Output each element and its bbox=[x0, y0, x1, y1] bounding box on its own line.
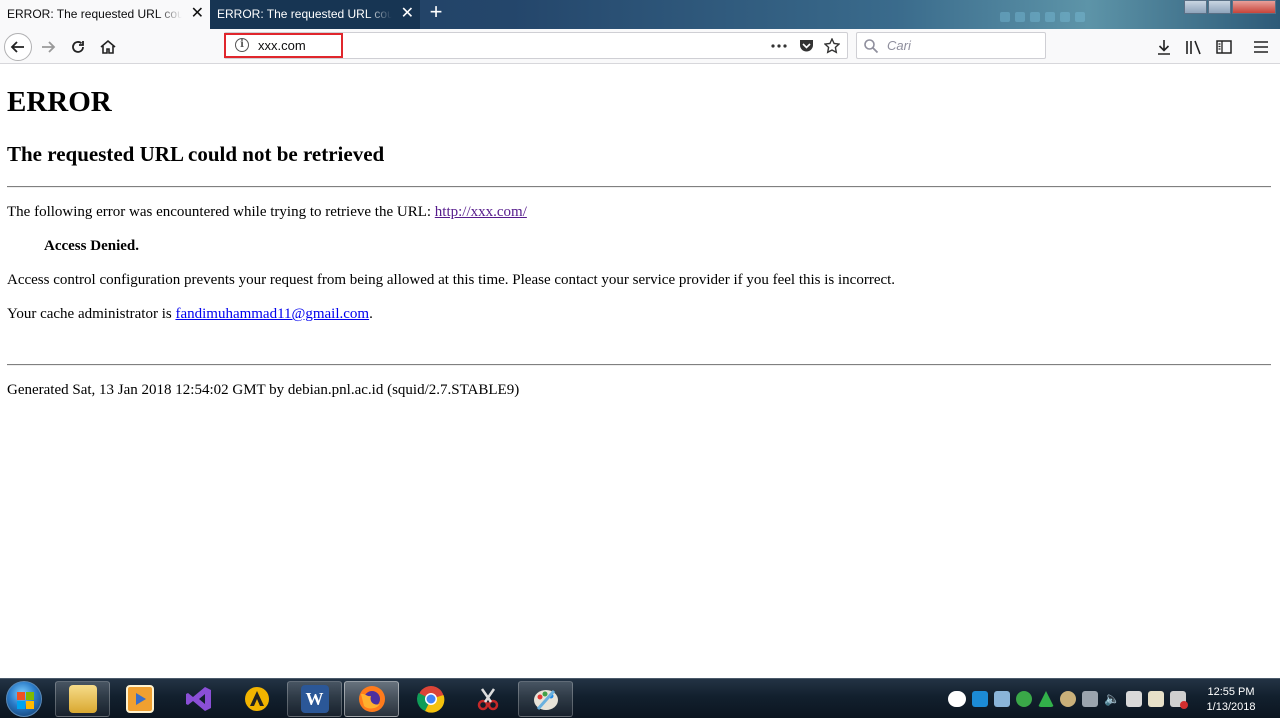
tab-close-icon[interactable]: ✕ bbox=[191, 0, 204, 28]
forward-button[interactable] bbox=[34, 33, 62, 61]
chrome-icon bbox=[416, 686, 444, 713]
navigation-toolbar: i xxx.com Cari bbox=[0, 29, 1280, 64]
taskbar-word[interactable]: W bbox=[287, 681, 342, 717]
media-tray-icon[interactable] bbox=[972, 691, 988, 707]
taskbar-autocad[interactable] bbox=[229, 681, 284, 717]
search-input[interactable]: Cari bbox=[887, 38, 911, 53]
monitor-tray-icon[interactable] bbox=[1082, 691, 1098, 707]
taskbar-media-player[interactable] bbox=[112, 681, 167, 717]
admin-contact: Your cache administrator is fandimuhamma… bbox=[7, 306, 373, 323]
maximize-button[interactable] bbox=[1208, 0, 1231, 14]
minimize-button[interactable] bbox=[1184, 0, 1207, 14]
library-icon bbox=[1186, 40, 1201, 55]
url-highlight-box bbox=[224, 33, 343, 58]
page-content: ERROR The requested URL could not be ret… bbox=[0, 65, 1280, 678]
hamburger-menu-icon bbox=[1254, 41, 1268, 53]
reload-button[interactable] bbox=[64, 33, 92, 61]
sidebar-button[interactable] bbox=[1214, 37, 1234, 57]
search-icon bbox=[864, 39, 879, 54]
tab-inactive[interactable]: ERROR: The requested URL could not be re… bbox=[210, 0, 420, 29]
bookmark-star-icon[interactable] bbox=[822, 37, 842, 55]
visual-studio-icon bbox=[185, 687, 211, 711]
new-tab-button[interactable]: + bbox=[424, 0, 448, 27]
back-button[interactable] bbox=[4, 33, 32, 61]
action-center-icon[interactable] bbox=[1148, 691, 1164, 707]
error-prefix-text: The following error was encountered whil… bbox=[7, 204, 435, 220]
taskbar-visual-studio[interactable] bbox=[171, 681, 226, 717]
taskbar-file-explorer[interactable] bbox=[55, 681, 110, 717]
download-icon bbox=[1158, 40, 1170, 55]
tab-close-icon[interactable]: ✕ bbox=[401, 0, 414, 28]
tab-title: ERROR: The requested URL could not be re… bbox=[7, 7, 182, 21]
reload-icon bbox=[72, 41, 84, 53]
network-error-icon[interactable] bbox=[1170, 691, 1188, 709]
menu-button[interactable] bbox=[1251, 37, 1271, 57]
forward-arrow-icon bbox=[42, 41, 56, 53]
window-controls bbox=[1183, 0, 1276, 14]
divider bbox=[7, 186, 1271, 188]
tab-active[interactable]: ERROR: The requested URL could not be re… bbox=[0, 0, 210, 29]
autocad-icon bbox=[244, 687, 269, 711]
tab-strip: ERROR: The requested URL could not be re… bbox=[0, 0, 1280, 29]
page-actions-icon[interactable] bbox=[769, 37, 789, 55]
admin-email-link[interactable]: fandimuhammad11@gmail.com bbox=[175, 306, 369, 322]
word-icon: W bbox=[300, 685, 329, 713]
taskbar-paint[interactable] bbox=[518, 681, 573, 717]
downloads-button[interactable] bbox=[1154, 37, 1174, 57]
tab-title: ERROR: The requested URL could not be re… bbox=[217, 7, 392, 21]
page-title: ERROR bbox=[7, 86, 112, 118]
divider bbox=[7, 364, 1271, 366]
snipping-tool-icon bbox=[477, 688, 498, 711]
clock-time: 12:55 PM bbox=[1207, 686, 1255, 698]
page-subtitle: The requested URL could not be retrieved bbox=[7, 142, 385, 166]
usb-tray-icon[interactable] bbox=[1126, 691, 1142, 707]
taskbar-snipping-tool[interactable] bbox=[460, 681, 515, 717]
library-button[interactable] bbox=[1184, 37, 1204, 57]
clock[interactable]: 12:55 PM 1/13/2018 bbox=[1196, 685, 1266, 715]
windows-logo-icon bbox=[6, 681, 42, 717]
media-player-icon bbox=[125, 685, 154, 713]
home-button[interactable] bbox=[94, 33, 122, 61]
pocket-icon[interactable] bbox=[796, 37, 816, 55]
app-tray-icon[interactable] bbox=[1060, 691, 1076, 707]
start-button[interactable] bbox=[3, 680, 45, 718]
discord-tray-icon[interactable] bbox=[948, 691, 966, 707]
taskbar-chrome[interactable] bbox=[403, 681, 458, 717]
sidebar-icon bbox=[1216, 40, 1232, 54]
error-url-link[interactable]: http://xxx.com/ bbox=[435, 204, 527, 220]
close-window-button[interactable] bbox=[1232, 0, 1276, 14]
file-explorer-icon bbox=[68, 685, 97, 713]
admin-suffix-text: . bbox=[369, 306, 373, 322]
home-icon bbox=[100, 39, 116, 54]
access-control-text: Access control configuration prevents yo… bbox=[7, 272, 896, 288]
drive-tray-icon[interactable] bbox=[1038, 691, 1054, 707]
title-bar-decoration bbox=[1000, 12, 1085, 22]
firefox-icon bbox=[358, 686, 385, 712]
paint-icon bbox=[533, 690, 558, 710]
error-message: The following error was encountered whil… bbox=[7, 204, 527, 221]
taskbar-firefox[interactable] bbox=[344, 681, 399, 717]
network-tray-icon[interactable] bbox=[994, 691, 1010, 707]
taskbar: W 🔈 12:55 PM 1/13/2018 bbox=[0, 678, 1280, 718]
back-arrow-icon bbox=[10, 41, 24, 53]
search-bar[interactable]: Cari bbox=[856, 32, 1046, 59]
volume-icon[interactable]: 🔈 bbox=[1104, 691, 1120, 707]
admin-prefix-text: Your cache administrator is bbox=[7, 306, 176, 322]
system-tray: 🔈 bbox=[948, 691, 1188, 709]
clock-date: 1/13/2018 bbox=[1206, 701, 1256, 713]
generated-footer: Generated Sat, 13 Jan 2018 12:54:02 GMT … bbox=[7, 382, 520, 398]
access-denied-text: Access Denied. bbox=[44, 238, 139, 254]
sync-tray-icon[interactable] bbox=[1016, 691, 1032, 707]
